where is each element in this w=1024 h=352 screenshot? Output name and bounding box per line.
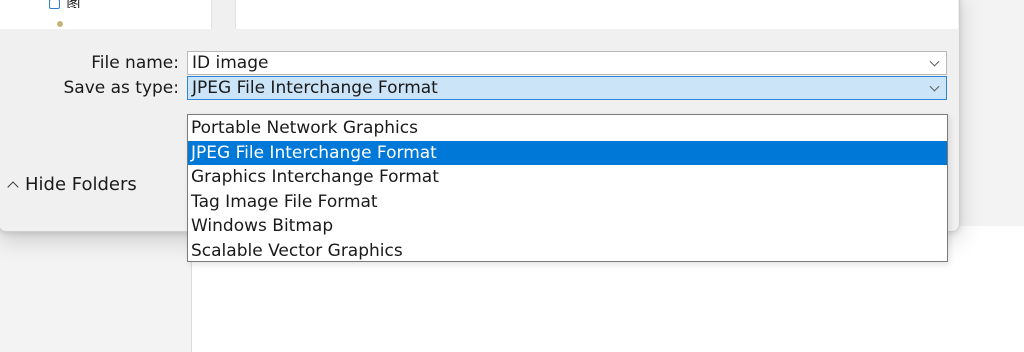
save-as-type-select[interactable]: JPEG File Interchange Format — [187, 76, 947, 100]
dropdown-option-gif[interactable]: Graphics Interchange Format — [188, 165, 947, 190]
save-as-type-label: Save as type: — [63, 78, 179, 98]
nav-item-pictures[interactable]: 图片 — [49, 0, 85, 27]
dropdown-option-png[interactable]: Portable Network Graphics — [188, 116, 947, 141]
nav-item-decoration — [57, 21, 63, 27]
hide-folders-label: Hide Folders — [25, 174, 137, 195]
file-list-pane[interactable] — [235, 0, 958, 29]
background-app-sidebar — [0, 226, 191, 352]
navigation-pane[interactable]: 图片 — [0, 0, 212, 29]
chevron-up-icon — [7, 180, 19, 193]
nav-item-label: 图片 — [66, 0, 81, 8]
dropdown-option-svg[interactable]: Scalable Vector Graphics — [188, 239, 947, 264]
file-name-field[interactable]: ID image — [187, 51, 947, 75]
dropdown-option-jpeg[interactable]: JPEG File Interchange Format — [188, 140, 947, 165]
folder-icon — [49, 0, 61, 9]
save-as-type-dropdown-list[interactable]: Portable Network Graphics JPEG File Inte… — [187, 114, 948, 262]
file-name-value[interactable]: ID image — [192, 53, 268, 73]
file-name-label: File name: — [91, 53, 179, 73]
dropdown-option-bmp[interactable]: Windows Bitmap — [188, 214, 947, 239]
chevron-down-icon[interactable] — [929, 81, 940, 92]
save-as-type-value[interactable]: JPEG File Interchange Format — [192, 78, 438, 98]
dropdown-option-tiff[interactable]: Tag Image File Format — [188, 190, 947, 215]
hide-folders-button[interactable]: Hide Folders — [7, 174, 137, 195]
chevron-down-icon[interactable] — [929, 56, 940, 67]
